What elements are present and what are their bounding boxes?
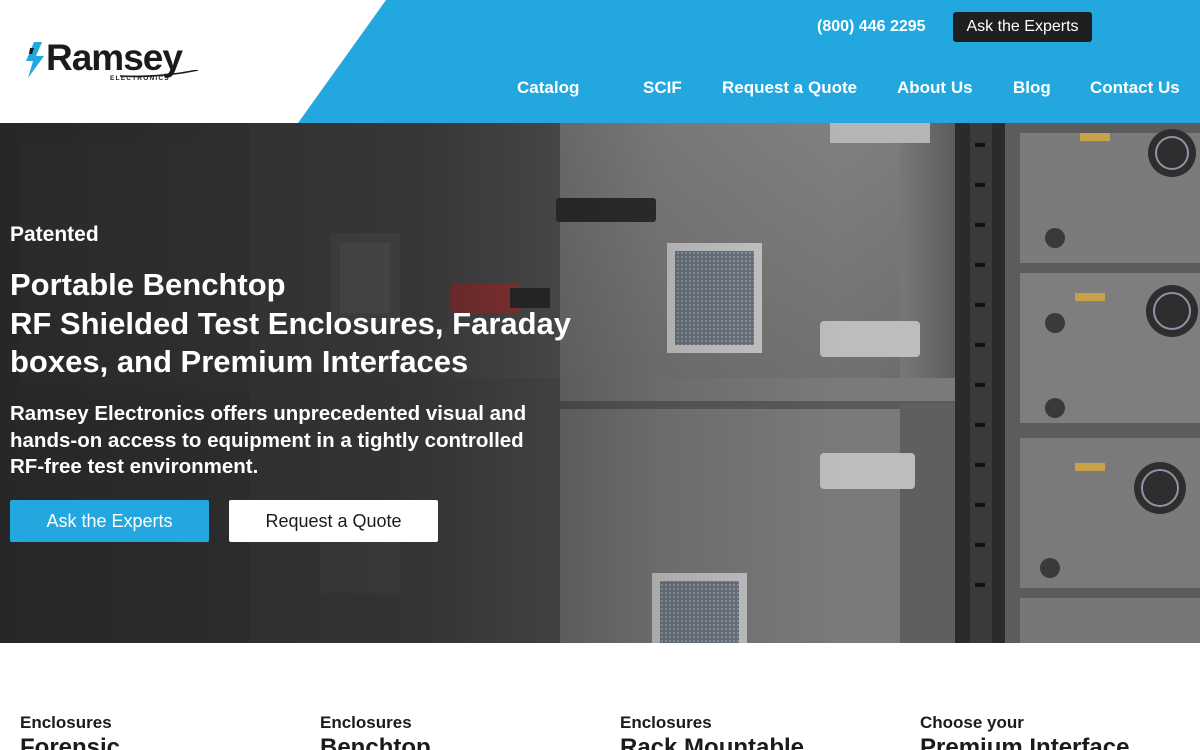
- hero-overlay: [0, 123, 1200, 643]
- request-quote-button[interactable]: Request a Quote: [229, 500, 438, 542]
- card-title: Premium Interface: [920, 734, 1130, 750]
- nav-item-contact-us[interactable]: Contact Us: [1090, 77, 1180, 99]
- phone-number-link[interactable]: (800) 446 2295: [817, 17, 926, 37]
- card-title: Benchtop: [320, 734, 431, 750]
- hero-description-line: RF-free test environment.: [10, 455, 259, 478]
- hero-title-line: boxes, and Premium Interfaces: [10, 344, 469, 379]
- nav-item-about-us[interactable]: About Us: [897, 77, 973, 99]
- card-kicker: Enclosures: [320, 713, 412, 732]
- ask-experts-header-button[interactable]: Ask the Experts: [953, 12, 1092, 42]
- hero-title-line: Portable Benchtop: [10, 267, 286, 302]
- ask-experts-button[interactable]: Ask the Experts: [10, 500, 209, 542]
- card-benchtop[interactable]: Enclosures Benchtop: [320, 713, 600, 750]
- hero-description: Ramsey Electronics offers unprecedented …: [10, 401, 590, 481]
- card-kicker: Choose your: [920, 713, 1024, 732]
- nav-item-scif[interactable]: SCIF: [643, 77, 682, 99]
- site-header: Ramsey ELECTRONICS (800) 446 2295 Ask th…: [0, 0, 1200, 123]
- card-forensic[interactable]: Enclosures Forensic: [20, 713, 300, 750]
- lightning-bolt-icon: [26, 42, 44, 78]
- hero-title-line: RF Shielded Test Enclosures, Faraday: [10, 305, 572, 341]
- hero-title: Portable Benchtop RF Shielded Test Enclo…: [10, 266, 630, 382]
- card-kicker: Enclosures: [620, 713, 712, 732]
- hero-description-line: Ramsey Electronics offers unprecedented …: [10, 402, 527, 425]
- nav-item-blog[interactable]: Blog: [1013, 77, 1051, 99]
- main-nav: Catalog SCIF Request a Quote About Us Bl…: [0, 77, 1200, 99]
- hero-section: Patented Portable Benchtop RF Shielded T…: [0, 123, 1200, 643]
- hero-description-line: hands-on access to equipment in a tightl…: [10, 428, 524, 452]
- hero-eyebrow: Patented: [10, 223, 99, 246]
- card-kicker: Enclosures: [20, 713, 112, 732]
- nav-item-catalog[interactable]: Catalog: [517, 77, 579, 99]
- card-premium-interface[interactable]: Choose your Premium Interface: [920, 713, 1200, 750]
- card-title: Rack Mountable: [620, 734, 805, 750]
- nav-item-request-quote[interactable]: Request a Quote: [722, 77, 857, 99]
- card-title: Forensic: [20, 734, 121, 750]
- card-rack-mountable[interactable]: Enclosures Rack Mountable: [620, 713, 900, 750]
- category-cards: Enclosures Forensic Enclosures Benchtop …: [0, 643, 1200, 750]
